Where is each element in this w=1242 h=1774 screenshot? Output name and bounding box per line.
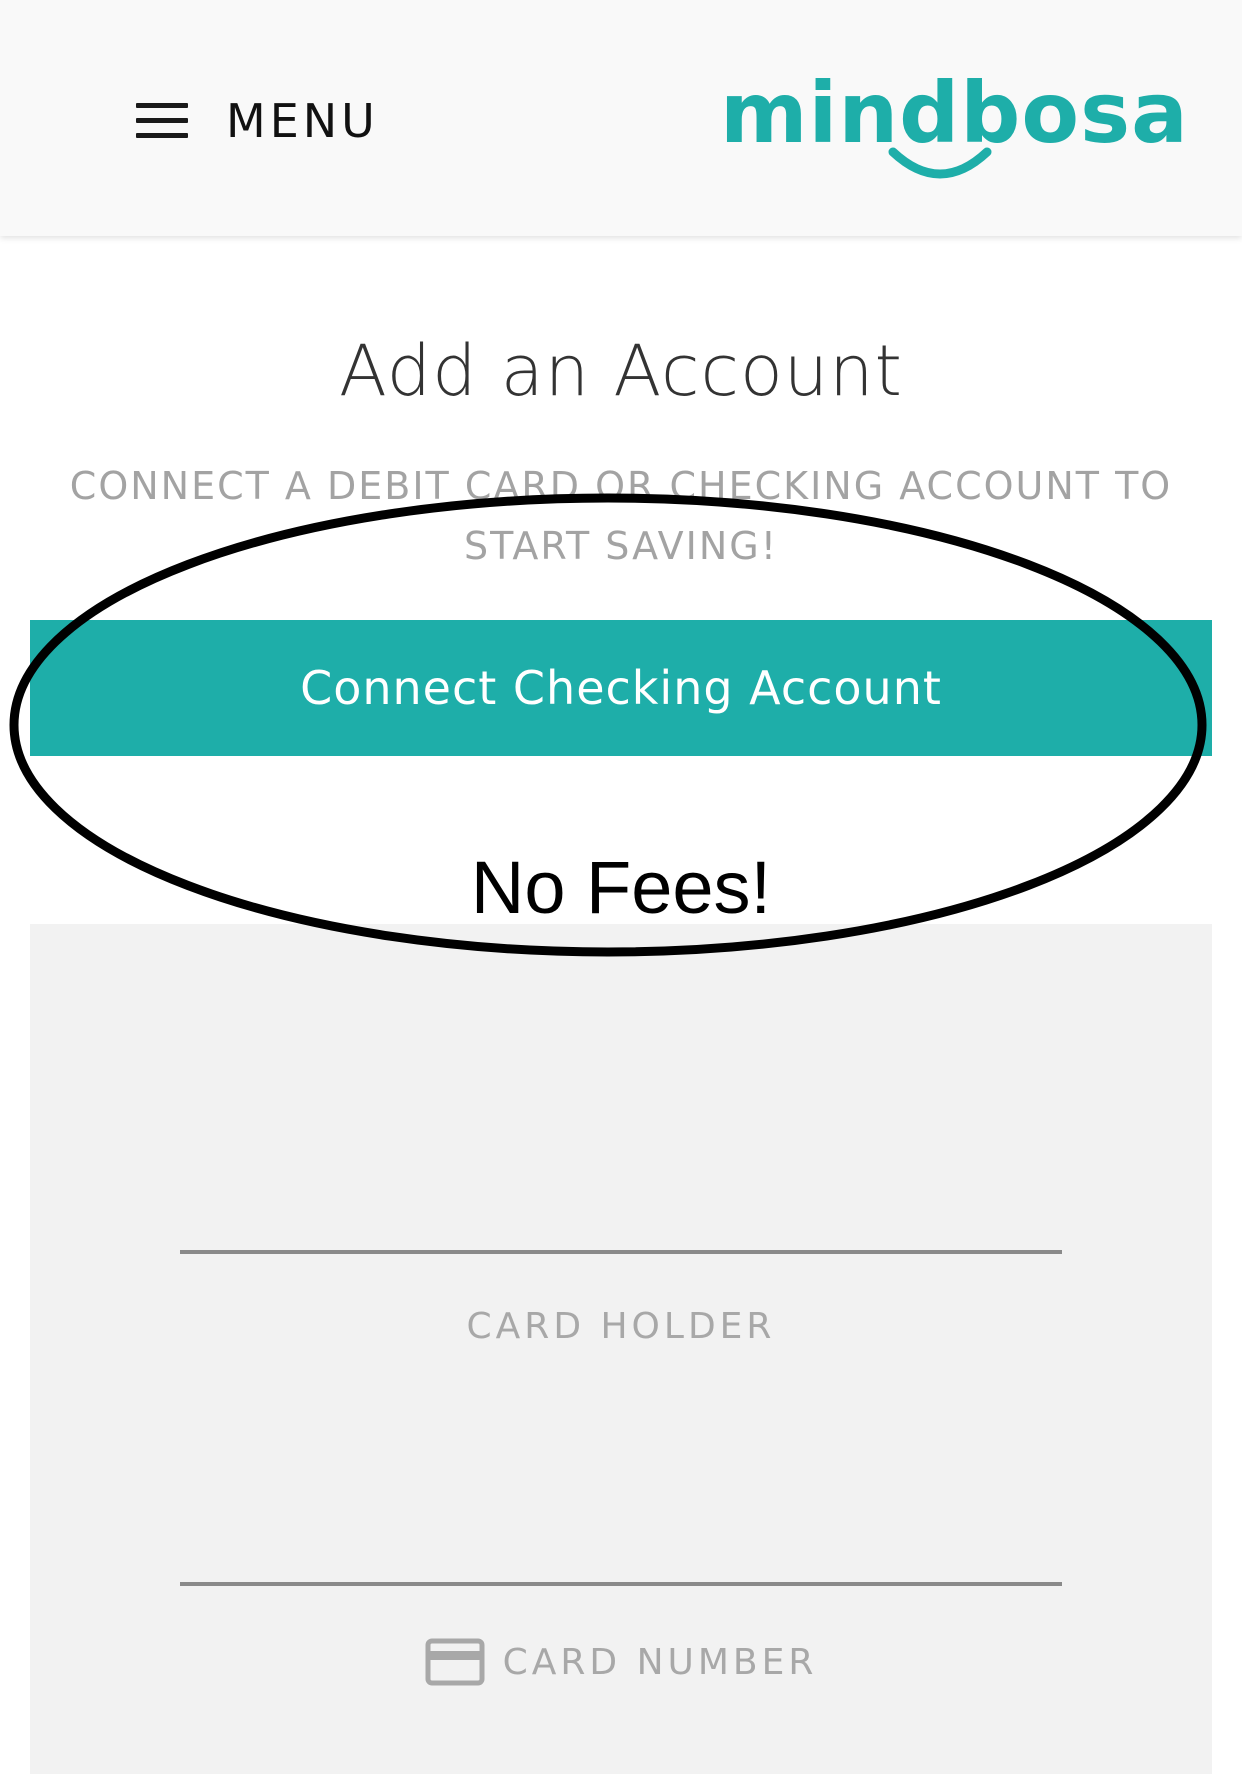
card-number-label: CARD NUMBER — [502, 1641, 818, 1683]
logo-smile-icon — [888, 147, 992, 179]
credit-card-icon — [425, 1638, 485, 1686]
brand-logo[interactable]: mindbosa — [720, 58, 1188, 188]
menu-button[interactable]: MENU — [136, 90, 379, 152]
card-holder-input[interactable] — [180, 1150, 1062, 1254]
card-number-input[interactable] — [180, 1482, 1062, 1586]
no-fees-annotation: No Fees! — [470, 846, 772, 929]
hamburger-icon — [136, 103, 188, 139]
card-holder-label: CARD HOLDER — [466, 1306, 776, 1347]
card-number-label-row: CARD NUMBER — [0, 1638, 1242, 1686]
connect-checking-account-button[interactable]: Connect Checking Account — [30, 620, 1212, 756]
page: MENU mindbosa Add an Account CONNECT A D… — [0, 0, 1242, 1774]
top-header: MENU mindbosa — [0, 0, 1242, 236]
page-title: Add an Account — [339, 330, 903, 412]
menu-label: MENU — [226, 94, 379, 148]
page-subtitle: CONNECT A DEBIT CARD OR CHECKING ACCOUNT… — [69, 464, 1173, 568]
